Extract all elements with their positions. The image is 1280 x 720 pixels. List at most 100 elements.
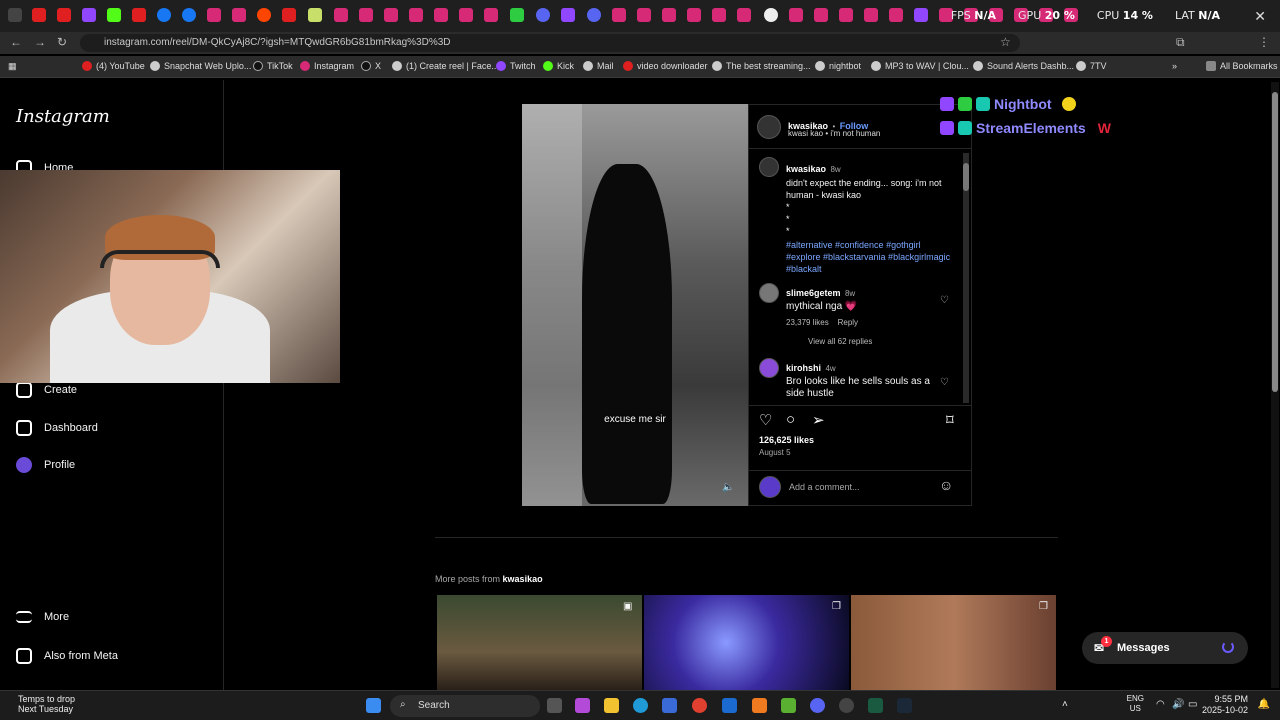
messages-button[interactable]: ✉ 1 Messages xyxy=(1082,632,1248,664)
tab-instagram[interactable] xyxy=(687,8,701,22)
caption-avatar[interactable] xyxy=(759,157,779,177)
reply-button[interactable]: Reply xyxy=(838,318,858,327)
menu-icon[interactable]: ⋮ xyxy=(1258,35,1270,49)
bookmark-mp3-wav[interactable]: MP3 to WAV | Clou... xyxy=(871,61,969,71)
author-avatar[interactable] xyxy=(757,115,781,139)
tab-twitch[interactable] xyxy=(914,8,928,22)
tab-discord[interactable] xyxy=(587,8,601,22)
start-icon[interactable] xyxy=(366,698,381,713)
tab-youtube[interactable] xyxy=(282,8,296,22)
bookmarks-overflow-icon[interactable]: » xyxy=(1172,61,1177,71)
battery-icon[interactable]: ▭ xyxy=(1188,699,1197,710)
tab-reddit[interactable] xyxy=(257,8,271,22)
bookmark-mail[interactable]: Mail xyxy=(583,61,614,71)
scrollbar-thumb[interactable] xyxy=(963,163,969,191)
obs-icon[interactable] xyxy=(839,698,854,713)
tab-instagram[interactable] xyxy=(384,8,398,22)
tab-youtube[interactable] xyxy=(132,8,146,22)
bookmark-snapchat[interactable]: Snapchat Web Uplo... xyxy=(150,61,251,71)
bookmark-sound-alerts[interactable]: Sound Alerts Dashb... xyxy=(973,61,1074,71)
app-icon[interactable] xyxy=(752,698,767,713)
bookmark-nightbot[interactable]: nightbot xyxy=(815,61,861,71)
tab-twitch[interactable] xyxy=(561,8,575,22)
save-icon[interactable]: ⌑ xyxy=(946,411,954,429)
comment-username[interactable]: slime6getem xyxy=(786,288,841,298)
nav-more[interactable]: More xyxy=(16,611,69,623)
tab-discord[interactable] xyxy=(536,8,550,22)
tab-white[interactable] xyxy=(764,8,778,22)
copilot-icon[interactable] xyxy=(575,698,590,713)
tab-sheet[interactable] xyxy=(308,8,322,22)
tray-chevron-icon[interactable]: ˄ xyxy=(1062,699,1068,710)
tab-twitch[interactable] xyxy=(82,8,96,22)
tab-instagram[interactable] xyxy=(434,8,448,22)
file-explorer-icon[interactable] xyxy=(604,698,619,713)
like-comment-icon[interactable]: ♡ xyxy=(940,377,949,388)
comment-avatar[interactable] xyxy=(759,283,779,303)
nav-also-from-meta[interactable]: Also from Meta xyxy=(16,648,118,664)
taskbar-search[interactable]: ⌕ Search xyxy=(390,695,540,717)
back-icon[interactable]: ← xyxy=(10,35,22,49)
store-icon[interactable] xyxy=(662,698,677,713)
task-view-icon[interactable] xyxy=(547,698,562,713)
outlook-icon[interactable] xyxy=(722,698,737,713)
chrome-icon[interactable] xyxy=(692,698,707,713)
caption-hashtags[interactable]: #alternative #confidence #gothgirl #expl… xyxy=(786,239,956,275)
page-scrollbar-thumb[interactable] xyxy=(1272,92,1278,392)
all-bookmarks[interactable]: All Bookmarks xyxy=(1206,61,1278,71)
tab-instagram[interactable] xyxy=(864,8,878,22)
bookmark-twitch[interactable]: Twitch xyxy=(496,61,536,71)
post-likes[interactable]: 126,625 likes xyxy=(759,435,814,445)
nav-create[interactable]: Create xyxy=(16,382,77,398)
tab-search-icon[interactable] xyxy=(8,8,22,22)
tab-instagram[interactable] xyxy=(459,8,473,22)
post-thumbnail[interactable]: ❐ xyxy=(644,595,849,690)
discord-icon[interactable] xyxy=(810,698,825,713)
comment-username[interactable]: kirohshi xyxy=(786,363,821,373)
wifi-icon[interactable]: ◠ xyxy=(1156,699,1165,710)
tab-instagram[interactable] xyxy=(359,8,373,22)
tab-instagram[interactable] xyxy=(789,8,803,22)
tab-facebook[interactable] xyxy=(182,8,196,22)
tab-instagram[interactable] xyxy=(637,8,651,22)
comments-scrollbar[interactable] xyxy=(963,153,969,403)
window-close-icon[interactable]: ✕ xyxy=(1254,8,1266,25)
extensions-icon[interactable]: ⧉ xyxy=(1176,35,1185,50)
notifications-icon[interactable]: 🔔 xyxy=(1258,699,1270,710)
tab-instagram[interactable] xyxy=(207,8,221,22)
emoji-icon[interactable]: ☺ xyxy=(939,477,953,493)
nav-profile[interactable]: Profile xyxy=(16,457,75,473)
language-indicator[interactable]: ENG US xyxy=(1127,694,1144,714)
mute-icon[interactable]: 🔈 xyxy=(722,482,734,493)
tab-instagram[interactable] xyxy=(814,8,828,22)
forward-icon[interactable]: → xyxy=(34,35,46,49)
minecraft-icon[interactable] xyxy=(781,698,796,713)
edge-icon[interactable] xyxy=(633,698,648,713)
instagram-logo[interactable]: Instagram xyxy=(16,106,110,127)
bookmark-x[interactable]: X xyxy=(361,61,381,71)
caption-username[interactable]: kwasikao xyxy=(786,164,826,174)
page-scrollbar[interactable] xyxy=(1271,82,1279,688)
tab-kick[interactable] xyxy=(107,8,121,22)
tab-instagram[interactable] xyxy=(737,8,751,22)
terminal-icon[interactable] xyxy=(868,698,883,713)
bookmark-tiktok[interactable]: TikTok xyxy=(253,61,293,71)
bookmark-instagram[interactable]: Instagram xyxy=(300,61,354,71)
nav-dashboard[interactable]: Dashboard xyxy=(16,420,98,436)
more-posts-author[interactable]: kwasikao xyxy=(503,574,543,584)
tab-instagram[interactable] xyxy=(662,8,676,22)
tab-instagram[interactable] xyxy=(712,8,726,22)
tab-instagram[interactable] xyxy=(839,8,853,22)
tab-instagram[interactable] xyxy=(409,8,423,22)
tab-instagram[interactable] xyxy=(612,8,626,22)
like-icon[interactable]: ♡ xyxy=(759,411,772,429)
bookmark-video-downloader[interactable]: video downloader xyxy=(623,61,708,71)
apps-icon[interactable]: ▦ xyxy=(8,61,17,72)
bookmark-youtube[interactable]: (4) YouTube xyxy=(82,61,145,71)
reload-icon[interactable]: ↻ xyxy=(57,35,67,49)
url-field[interactable]: instagram.com/reel/DM-QkCyAj8C/?igsh=MTQ… xyxy=(80,34,1020,52)
comment-icon[interactable]: ○ xyxy=(786,411,795,428)
bookmark-streaming[interactable]: The best streaming... xyxy=(712,61,811,71)
bookmark-kick[interactable]: Kick xyxy=(543,61,574,71)
add-comment-input[interactable]: Add a comment... xyxy=(789,482,860,492)
